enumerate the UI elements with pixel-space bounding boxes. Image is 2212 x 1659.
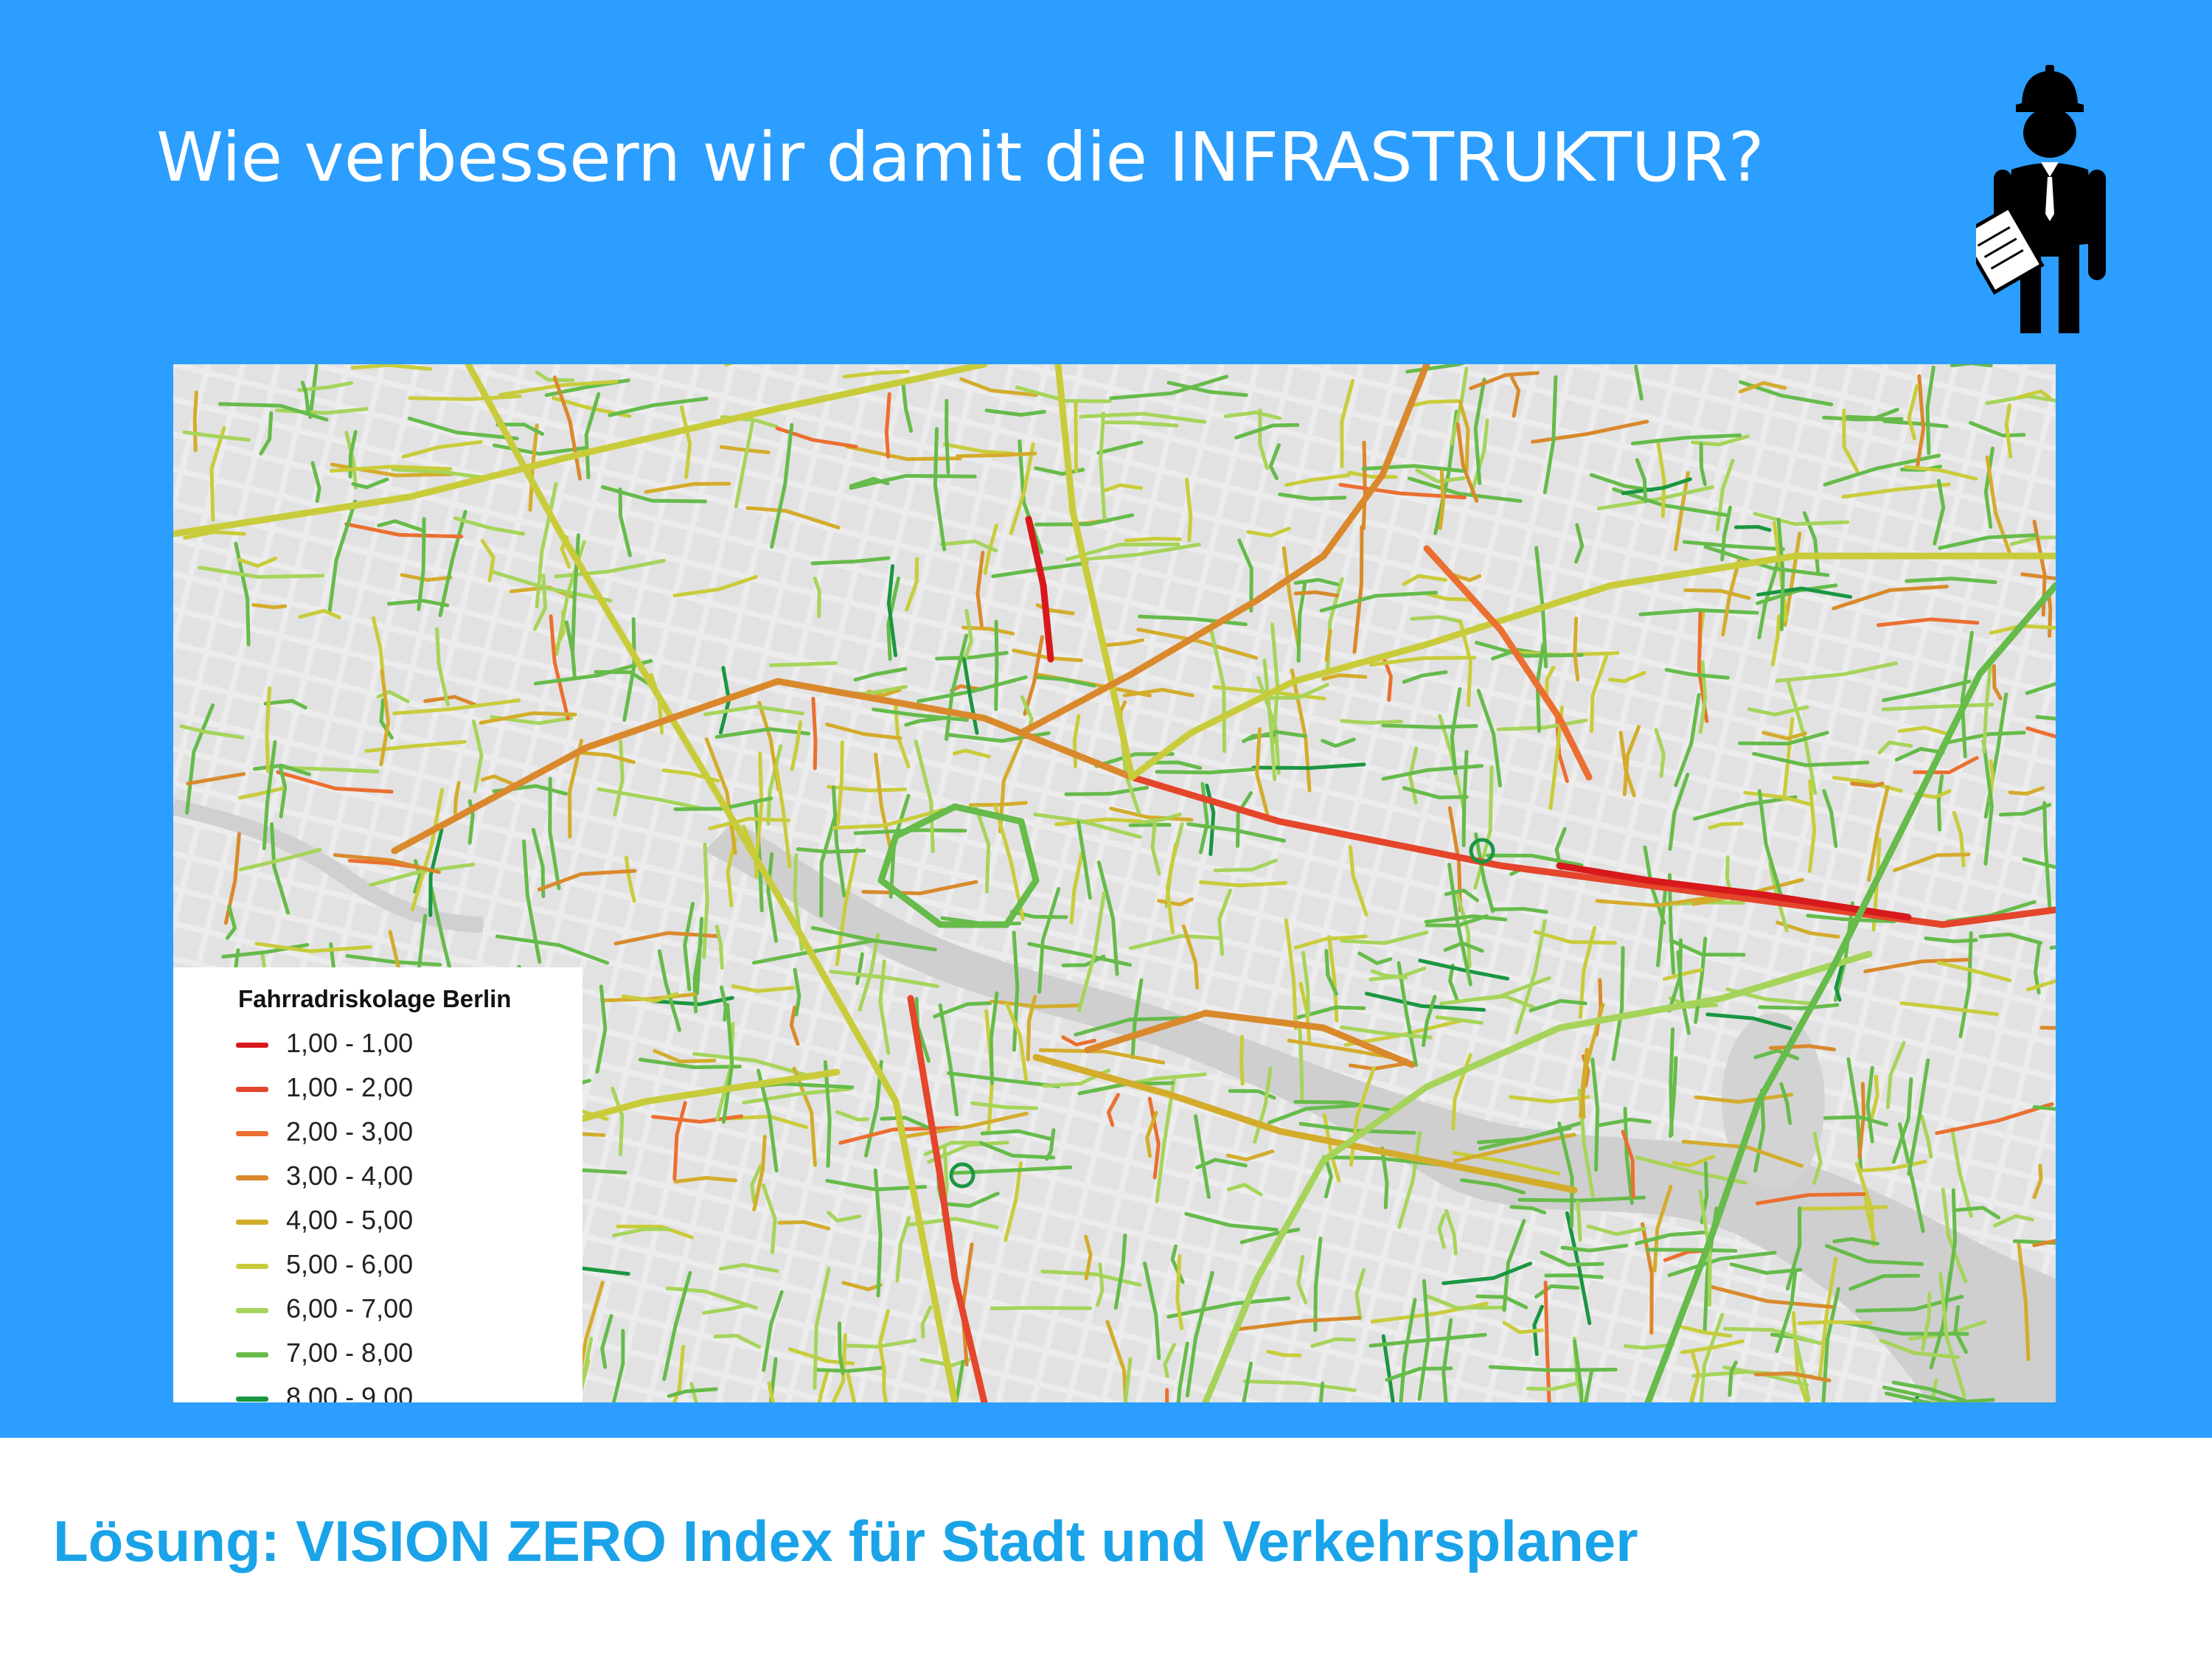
- street-segment: [2046, 591, 2053, 639]
- legend-item: 6,00 - 7,00: [236, 1289, 575, 1330]
- construction-worker-icon: [1976, 65, 2106, 333]
- street-segment: [1124, 537, 1182, 543]
- legend-swatch: [236, 1352, 268, 1357]
- legend-swatch: [236, 1264, 268, 1269]
- legend-item: 5,00 - 6,00: [236, 1245, 575, 1286]
- legend-swatch: [236, 1175, 268, 1180]
- street-segment: [1646, 1248, 1738, 1253]
- street-segment: [1850, 781, 1885, 788]
- slide-title: Wie verbessern wir damit die INFRASTRUKT…: [156, 118, 1764, 197]
- street-segment: [251, 602, 288, 610]
- legend-item: 1,00 - 1,00: [236, 1023, 575, 1065]
- legend-item: 1,00 - 2,00: [236, 1068, 575, 1109]
- street-segment: [1381, 723, 1478, 729]
- legend-label: 1,00 - 1,00: [286, 1028, 414, 1058]
- street-segment: [768, 661, 838, 667]
- street-segment: [1340, 719, 1403, 725]
- legend-panel: Fahrradriskolage Berlin 1,00 - 1,00 1,00 …: [173, 967, 582, 1402]
- footer-solution-text: Lösung: VISION ZERO Index für Stadt und …: [53, 1509, 1638, 1573]
- legend-item: 7,00 - 8,00: [236, 1333, 575, 1374]
- street-segment: [192, 390, 198, 453]
- legend-swatch: [236, 1220, 268, 1225]
- legend-swatch: [236, 1308, 268, 1313]
- street-segment: [945, 398, 950, 475]
- street-segment: [1544, 1273, 1604, 1279]
- legend-swatch: [236, 1131, 268, 1136]
- street-segment: [1128, 823, 1172, 827]
- legend-swatch: [236, 1043, 268, 1048]
- street-segment: [968, 801, 1028, 807]
- street-segment: [811, 697, 818, 771]
- legend-label: 8,00 - 9,00: [286, 1382, 414, 1402]
- legend-label: 4,00 - 5,00: [286, 1205, 414, 1235]
- street-segment: [990, 1306, 1093, 1310]
- street-segment: [994, 619, 999, 712]
- legend-label: 2,00 - 3,00: [286, 1116, 414, 1147]
- legend-label: 7,00 - 8,00: [286, 1338, 414, 1368]
- legend-label: 1,00 - 2,00: [286, 1072, 414, 1102]
- legend-item: 8,00 - 9,00: [236, 1377, 575, 1402]
- legend-title: Fahrradriskolage Berlin: [238, 985, 512, 1012]
- legend-swatch: [236, 1087, 268, 1092]
- legend-label: 5,00 - 6,00: [286, 1249, 414, 1279]
- legend-item: 2,00 - 3,00: [236, 1112, 575, 1153]
- legend-item: 3,00 - 4,00: [236, 1156, 575, 1197]
- legend-item: 4,00 - 5,00: [236, 1200, 575, 1242]
- risk-map[interactable]: Fahrradriskolage Berlin 1,00 - 1,00 1,00 …: [173, 364, 2056, 1402]
- street-segment: [1576, 1200, 1582, 1242]
- legend-label: 6,00 - 7,00: [286, 1293, 414, 1324]
- street-segment: [1074, 400, 1078, 473]
- street-segment: [1361, 440, 1367, 531]
- legend-swatch: [236, 1397, 268, 1402]
- street-segment: [1669, 1027, 1675, 1137]
- legend-label: 3,00 - 4,00: [286, 1161, 414, 1191]
- street-segment: [1797, 1320, 1873, 1326]
